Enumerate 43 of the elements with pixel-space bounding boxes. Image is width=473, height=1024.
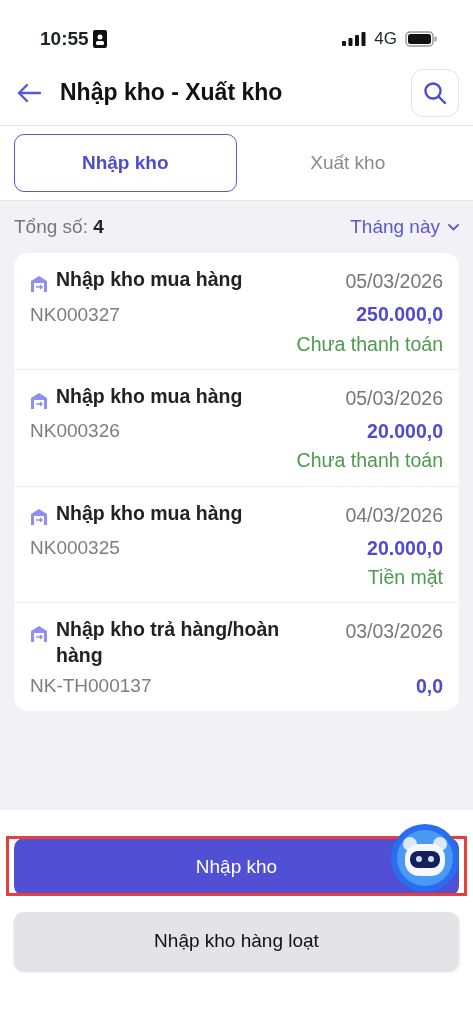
entry-amount: 20.000,0 — [367, 419, 443, 444]
entry-code: NK000327 — [30, 302, 120, 327]
entry-date: 04/03/2026 — [345, 502, 443, 528]
entry-amount: 20.000,0 — [367, 535, 443, 561]
warehouse-icon — [30, 391, 48, 410]
period-filter[interactable]: Tháng này — [350, 212, 459, 242]
bulk-import-button[interactable]: Nhập kho hàng loạt — [14, 912, 459, 970]
payment-status: Chưa thanh toán — [295, 448, 443, 474]
chevron-down-icon[interactable] — [448, 223, 459, 231]
warehouse-icon — [30, 625, 48, 643]
entry-title: Nhập kho mua hàng — [56, 383, 244, 409]
entry-code: NK-TH000137 — [30, 674, 152, 699]
search-button[interactable] — [411, 68, 459, 117]
entry-date: 03/03/2026 — [345, 619, 443, 645]
total-count: 4 — [93, 215, 104, 237]
payment-status: Tiền mặt — [366, 565, 443, 590]
entry-title: Nhập kho mua hàng — [56, 500, 244, 526]
warehouse-icon — [30, 274, 48, 293]
entry-amount: 250.000,0 — [356, 302, 443, 328]
entry-row[interactable]: Nhập kho mua hàng 05/03/2026 NK000326 20.000,0 Chưa thanh toán — [14, 369, 459, 487]
entry-row[interactable]: Nhập kho mua hàng 05/03/2026 NK000327 250.000,0 Chưa thanh toán — [14, 253, 459, 370]
entry-date: 05/03/2026 — [345, 269, 443, 294]
robot-assistant-overlay[interactable] — [391, 824, 459, 892]
entry-code: NK000326 — [30, 419, 120, 444]
payment-status: Chưa thanh toán — [295, 331, 443, 357]
status-time: 10:55 — [40, 26, 89, 51]
battery-icon — [405, 31, 437, 47]
network-label: 4G — [374, 28, 397, 51]
search-icon[interactable] — [423, 80, 447, 105]
tab[interactable]: Nhập kho — [14, 134, 237, 192]
entry-title: Nhập kho trả hàng/hoàn hàng — [56, 617, 281, 668]
entry-row[interactable]: Nhập kho mua hàng 04/03/2026 NK000325 20.000,0 Tiền mặt — [14, 486, 459, 604]
page-title: Nhập kho - Xuất kho — [60, 78, 284, 108]
entry-date: 05/03/2026 — [345, 385, 443, 411]
entry-amount: 0,0 — [415, 673, 443, 699]
entry-title: Nhập kho mua hàng — [56, 267, 244, 292]
id-card-icon — [92, 30, 107, 48]
warehouse-icon — [30, 508, 48, 527]
entry-row[interactable]: Nhập kho trả hàng/hoàn hàng 03/03/2026 NK-TH000137 0,0 — [14, 603, 459, 712]
total-label: Tổng số: — [14, 215, 88, 237]
entry-code: NK000325 — [30, 536, 120, 561]
back-arrow-icon[interactable] — [16, 82, 42, 103]
signal-icon — [342, 32, 367, 46]
